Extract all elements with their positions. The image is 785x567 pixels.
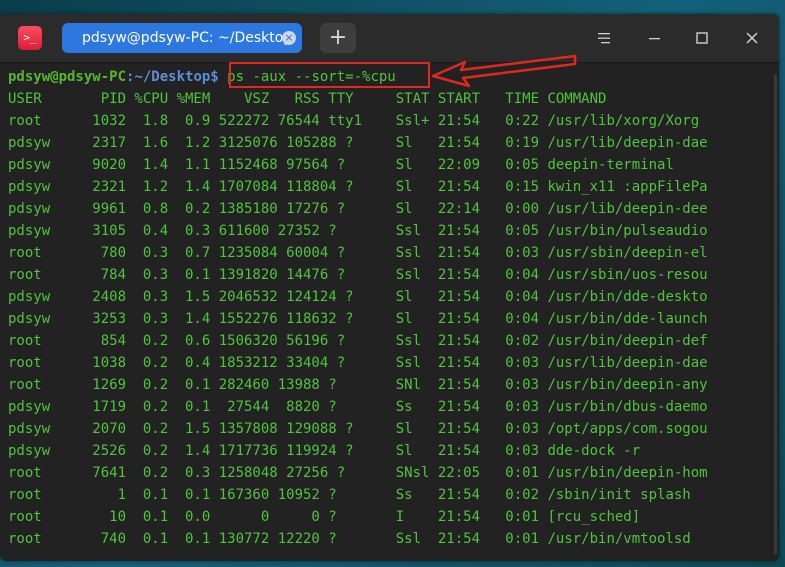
table-row: pdsyw 9020 1.4 1.1 1152468 97564 ? Sl 22… — [8, 157, 674, 173]
table-row: pdsyw 2408 0.3 1.5 2046532 124124 ? Sl 2… — [8, 289, 708, 305]
terminal-app-icon[interactable]: >_ — [18, 26, 42, 50]
close-icon — [746, 32, 758, 44]
add-tab-button[interactable]: + — [320, 23, 356, 53]
menu-icon — [598, 33, 610, 44]
plus-icon: + — [328, 25, 348, 50]
command-highlight-box — [229, 62, 430, 88]
tab-terminal[interactable]: pdsyw@pdsyw-PC: ~/Desktop × — [62, 23, 302, 53]
table-row: pdsyw 2526 0.2 1.4 1717736 119924 ? Sl 2… — [8, 443, 641, 459]
table-row: root 1269 0.2 0.1 282460 13988 ? SNl 21:… — [8, 377, 708, 393]
scrollbar[interactable] — [774, 74, 777, 554]
terminal-output[interactable]: pdsyw@pdsyw-PC:~/Desktop$ ps -aux --sort… — [0, 54, 779, 561]
close-tab-icon[interactable]: × — [282, 31, 296, 45]
titlebar: >_ pdsyw@pdsyw-PC: ~/Desktop × + — [0, 14, 779, 63]
table-row: root 10 0.1 0.0 0 0 ? I 21:54 0:01 [rcu_… — [8, 509, 641, 525]
table-row: pdsyw 2070 0.2 1.5 1357808 129088 ? Sl 2… — [8, 421, 708, 437]
prompt-path: :~/Desktop$ — [126, 69, 219, 85]
table-row: root 854 0.2 0.6 1506320 56196 ? Ssl 21:… — [8, 333, 708, 349]
minimize-icon — [649, 38, 660, 40]
terminal-window: >_ pdsyw@pdsyw-PC: ~/Desktop × + pdsyw@p… — [0, 14, 779, 561]
maximize-button[interactable] — [690, 26, 714, 50]
table-row: root 1038 0.2 0.4 1853212 33404 ? Ssl 21… — [8, 355, 708, 371]
table-row: pdsyw 3105 0.4 0.3 611600 27352 ? Ssl 21… — [8, 223, 708, 239]
table-row: root 780 0.3 0.7 1235084 60004 ? Ssl 21:… — [8, 245, 708, 261]
table-row: root 740 0.1 0.1 130772 12220 ? Ssl 21:5… — [8, 531, 691, 547]
table-row: pdsyw 9961 0.8 0.2 1385180 17276 ? Sl 22… — [8, 201, 708, 217]
table-row: pdsyw 2317 1.6 1.2 3125076 105288 ? Sl 2… — [8, 135, 708, 151]
table-row: root 784 0.3 0.1 1391820 14476 ? Ssl 21:… — [8, 267, 708, 283]
menu-button[interactable] — [592, 26, 616, 50]
table-row: pdsyw 3253 0.3 1.4 1552276 118632 ? Sl 2… — [8, 311, 708, 327]
table-header: USER PID %CPU %MEM VSZ RSS TTY STAT STAR… — [8, 91, 607, 107]
table-row: pdsyw 1719 0.2 0.1 27544 8820 ? Ss 21:54… — [8, 399, 708, 415]
prompt-user: pdsyw@pdsyw-PC — [8, 69, 127, 85]
table-row: pdsyw 2321 1.2 1.4 1707084 118804 ? Sl 2… — [8, 179, 708, 195]
table-row: root 1032 1.8 0.9 522272 76544 tty1 Ssl+… — [8, 113, 700, 129]
maximize-icon — [696, 32, 708, 44]
table-row: root 1 0.1 0.1 167360 10952 ? Ss 21:54 0… — [8, 487, 691, 503]
tab-title: pdsyw@pdsyw-PC: ~/Desktop — [82, 30, 293, 46]
minimize-button[interactable] — [642, 26, 666, 50]
table-row: root 7641 0.2 0.3 1258048 27256 ? SNsl 2… — [8, 465, 708, 481]
close-button[interactable] — [740, 26, 764, 50]
